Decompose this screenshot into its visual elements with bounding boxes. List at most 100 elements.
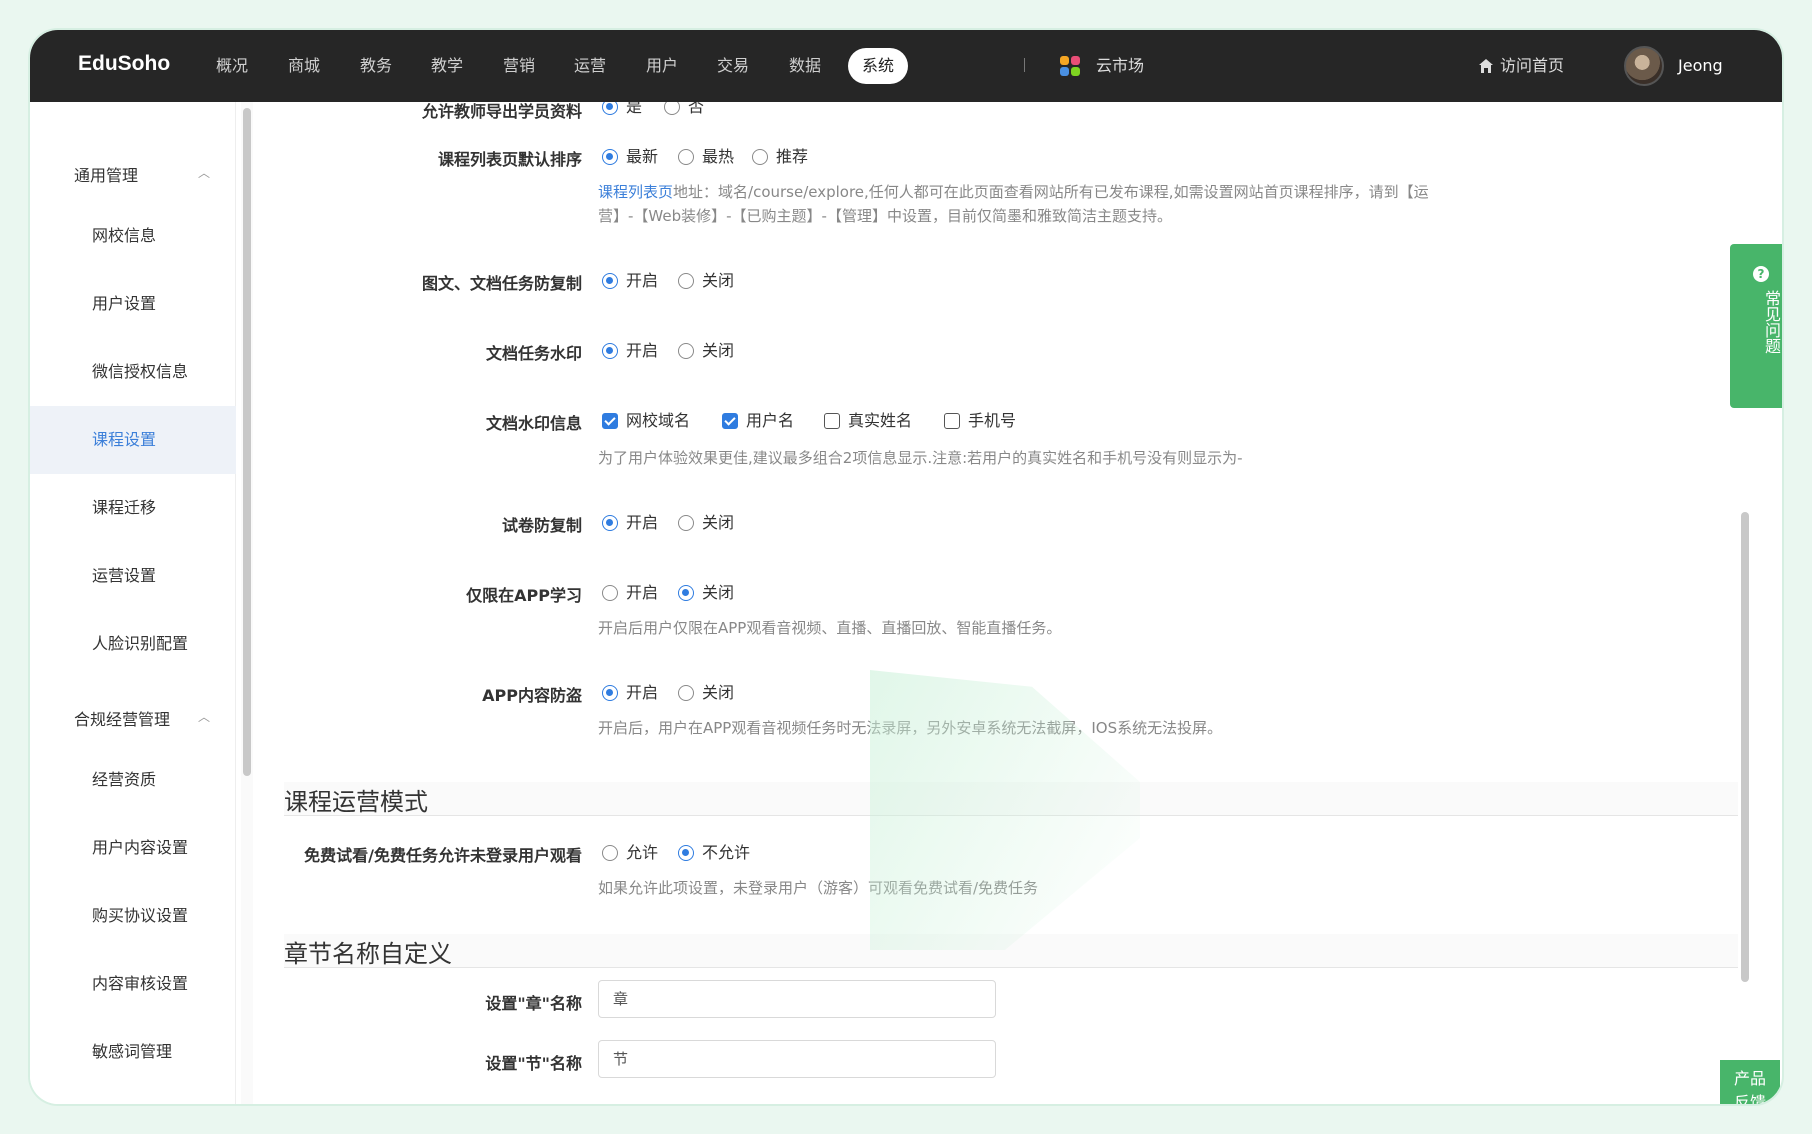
radio-exam-copy-off[interactable]: 关闭 — [678, 512, 734, 534]
settings-form: 允许教师导出学员资料 是 否 课程列表页默认排序 最新 最热 推荐 课程列表页地… — [272, 102, 1742, 1104]
sidebar-item-user-content[interactable]: 用户内容设置 — [30, 814, 236, 882]
radio-icon[interactable] — [678, 273, 694, 289]
radio-app-guard-off[interactable]: 关闭 — [678, 682, 734, 704]
chapter-name-input[interactable]: 章 — [598, 980, 996, 1018]
sidebar-item-user-settings[interactable]: 用户设置 — [30, 270, 236, 338]
section-title-course-mode: 课程运营模式 — [284, 782, 1742, 816]
option-label: 推荐 — [776, 147, 809, 166]
nav-item-users[interactable]: 用户 — [646, 48, 678, 84]
sidebar-item-sensitive-words[interactable]: 敏感词管理 — [30, 1018, 236, 1086]
checkbox-icon[interactable] — [722, 413, 738, 429]
sidebar-item-content-review[interactable]: 内容审核设置 — [30, 950, 236, 1018]
label-app-only: 仅限在APP学习 — [466, 586, 582, 605]
radio-app-only-on[interactable]: 开启 — [602, 582, 658, 604]
sidebar-item-purchase-agreement[interactable]: 购买协议设置 — [30, 882, 236, 950]
option-label: 是 — [626, 102, 643, 116]
help-text: 营】-【Web装修】-【已购主题】-【管理】中设置，目前仅简墨和雅致简洁主题支持… — [598, 207, 1172, 225]
sidebar-item-face-recognition[interactable]: 人脸识别配置 — [30, 610, 236, 678]
sidebar-group-general[interactable]: 通用管理 — [74, 162, 138, 186]
sidebar-item-school-info[interactable]: 网校信息 — [30, 202, 236, 270]
sidebar-scrollbar-thumb[interactable] — [243, 108, 251, 776]
faq-button[interactable]: ? 常见问题 — [1730, 244, 1782, 408]
radio-app-guard-on[interactable]: 开启 — [602, 682, 658, 704]
checkbox-real-name[interactable]: 真实姓名 — [824, 410, 912, 432]
radio-exam-copy-on[interactable]: 开启 — [602, 512, 658, 534]
chevron-up-icon[interactable]: ︿ — [198, 708, 210, 724]
checkbox-phone[interactable]: 手机号 — [944, 410, 1016, 432]
radio-icon[interactable] — [664, 102, 680, 115]
option-label: 开启 — [626, 513, 659, 532]
nav-divider — [1024, 58, 1025, 72]
radio-icon[interactable] — [602, 515, 618, 531]
radio-icon[interactable] — [678, 685, 694, 701]
main-scrollbar-thumb[interactable] — [1741, 512, 1749, 982]
radio-icon[interactable] — [602, 102, 618, 115]
radio-watermark-off[interactable]: 关闭 — [678, 340, 734, 362]
sidebar-item-qualification[interactable]: 经营资质 — [30, 746, 236, 814]
nav-item-system[interactable]: 系统 — [848, 48, 909, 84]
radio-icon[interactable] — [678, 149, 694, 165]
radio-export-no[interactable]: 否 — [664, 102, 704, 118]
nav-item-academic[interactable]: 教务 — [360, 48, 392, 84]
chevron-up-icon[interactable]: ︿ — [198, 164, 210, 180]
feedback-button[interactable]: 产品 反馈 — [1720, 1060, 1780, 1104]
radio-export-yes[interactable]: 是 — [602, 102, 642, 118]
sidebar-item-course-settings[interactable]: 课程设置 — [30, 406, 236, 474]
radio-icon[interactable] — [602, 685, 618, 701]
nav-item-data[interactable]: 数据 — [789, 48, 821, 84]
sidebar-item-operation-settings[interactable]: 运营设置 — [30, 542, 236, 610]
nav-item-overview[interactable]: 概况 — [216, 48, 248, 84]
checkbox-username[interactable]: 用户名 — [722, 410, 794, 432]
checkbox-icon[interactable] — [824, 413, 840, 429]
home-icon — [1479, 59, 1493, 73]
sidebar-scrollbar[interactable] — [241, 102, 253, 1104]
app-market-link[interactable]: 云市场 — [1096, 48, 1144, 84]
nav-item-teaching[interactable]: 教学 — [431, 48, 463, 84]
radio-watermark-on[interactable]: 开启 — [602, 340, 658, 362]
sidebar-group-compliance[interactable]: 合规经营管理 — [74, 706, 170, 730]
radio-icon[interactable] — [678, 845, 694, 861]
sidebar: 通用管理 ︿ 网校信息 用户设置 微信授权信息 课程设置 课程迁移 运营设置 人… — [30, 102, 236, 1104]
option-label: 用户名 — [746, 411, 795, 430]
radio-icon[interactable] — [602, 273, 618, 289]
nav-item-trade[interactable]: 交易 — [717, 48, 749, 84]
section-name-input[interactable]: 节 — [598, 1040, 996, 1078]
sidebar-item-course-migration[interactable]: 课程迁移 — [30, 474, 236, 542]
checkbox-icon[interactable] — [602, 413, 618, 429]
nav-item-marketing[interactable]: 营销 — [503, 48, 535, 84]
nav-item-operation[interactable]: 运营 — [574, 48, 606, 84]
label-free-preview: 免费试看/免费任务允许未登录用户观看 — [304, 846, 582, 865]
radio-free-allow[interactable]: 允许 — [602, 842, 658, 864]
radio-icon[interactable] — [602, 149, 618, 165]
question-icon: ? — [1753, 266, 1769, 282]
radio-sort-newest[interactable]: 最新 — [602, 146, 658, 168]
username[interactable]: Jeong — [1678, 48, 1723, 84]
radio-anticopy-on[interactable]: 开启 — [602, 270, 658, 292]
radio-icon[interactable] — [678, 343, 694, 359]
radio-free-deny[interactable]: 不允许 — [678, 842, 750, 864]
radio-anticopy-off[interactable]: 关闭 — [678, 270, 734, 292]
option-label: 不允许 — [702, 843, 751, 862]
course-list-link[interactable]: 课程列表页 — [598, 183, 673, 201]
option-label: 开启 — [626, 341, 659, 360]
avatar[interactable] — [1624, 46, 1664, 86]
radio-icon[interactable] — [602, 585, 618, 601]
visit-home-link[interactable]: 访问首页 — [1479, 48, 1564, 84]
checkbox-school-domain[interactable]: 网校域名 — [602, 410, 690, 432]
checkbox-icon[interactable] — [944, 413, 960, 429]
radio-icon[interactable] — [752, 149, 768, 165]
radio-sort-hottest[interactable]: 最热 — [678, 146, 734, 168]
nav-item-mall[interactable]: 商城 — [288, 48, 320, 84]
sidebar-item-wechat-auth[interactable]: 微信授权信息 — [30, 338, 236, 406]
radio-sort-recommend[interactable]: 推荐 — [752, 146, 808, 168]
radio-icon[interactable] — [678, 515, 694, 531]
label-doc-watermark: 文档任务水印 — [485, 344, 582, 363]
radio-icon[interactable] — [602, 343, 618, 359]
radio-icon[interactable] — [678, 585, 694, 601]
radio-app-only-off[interactable]: 关闭 — [678, 582, 734, 604]
option-label: 关闭 — [702, 271, 735, 290]
option-label: 开启 — [626, 583, 659, 602]
radio-icon[interactable] — [602, 845, 618, 861]
logo[interactable]: EduSoho — [78, 52, 170, 76]
sidebar-group-label: 通用管理 — [74, 166, 139, 185]
